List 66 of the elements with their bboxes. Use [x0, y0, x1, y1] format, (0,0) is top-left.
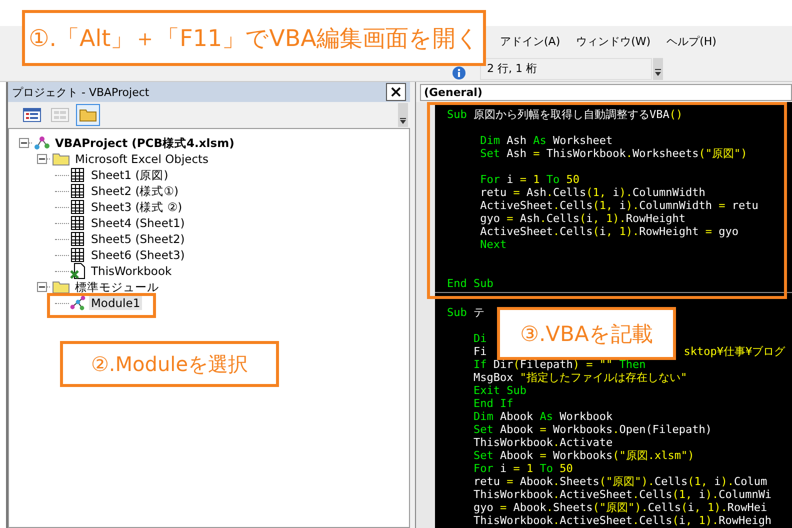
nodes-icon — [34, 135, 50, 151]
sheet-icon — [70, 247, 86, 263]
code-line: End If — [472, 397, 514, 410]
help-icon[interactable] — [452, 66, 466, 80]
code-line: For i = 1 To 50 — [479, 173, 580, 186]
code-line: ActiveSheet.Cells(i, 1).RowHeight = gyo — [479, 225, 738, 238]
folder-icon — [52, 152, 70, 166]
code-line: For i = 1 To 50 — [472, 462, 573, 475]
collapse-icon[interactable] — [37, 154, 51, 164]
tree-item[interactable]: Sheet1 (原図) — [89, 168, 170, 182]
tree-item[interactable]: Sheet5 (Sheet2) — [89, 232, 187, 246]
code-line: Sub 原図から列幅を取得し自動調整するVBA() — [447, 108, 683, 121]
code-line: Set Abook = Workbooks("原図.xlsm") — [472, 449, 694, 462]
tree-item[interactable]: Sheet6 (Sheet3) — [89, 248, 187, 262]
code-line: Set Abook = Workbooks.Open(Filepath) — [472, 423, 712, 436]
code-line: MsgBox "指定したファイルは存在しない" — [472, 371, 688, 384]
menu-item[interactable]: ウィンドウ(W) — [576, 34, 651, 48]
code-line: Exit Sub — [472, 384, 526, 397]
code-line: Dim Abook As Workbook — [472, 410, 613, 423]
code-line: ActiveSheet.Cells(1, i).ColumnWidth = retu — [479, 199, 758, 212]
sheet-icon — [70, 199, 86, 215]
code-line: gyo = Ash.Cells(i, 1).RowHeight — [479, 212, 686, 225]
code-line: Di — [472, 332, 487, 345]
callout: ②.Moduleを選択 — [60, 341, 279, 387]
code-fragment: sktop¥仕事¥ブログ — [684, 345, 786, 358]
sheet-icon — [70, 215, 86, 231]
code-editor[interactable] — [435, 102, 792, 528]
callout: ①.「Alt」＋「F11」でVBA編集画面を開く — [22, 10, 486, 66]
code-line: End Sub — [447, 277, 494, 290]
close-button[interactable]: × — [386, 83, 406, 101]
collapse-icon[interactable] — [19, 138, 33, 148]
tree-item[interactable]: ThisWorkbook — [89, 264, 174, 278]
sheet-icon — [70, 167, 86, 183]
callout: ③.VBAを記載 — [497, 307, 676, 360]
workbook-icon — [70, 263, 86, 279]
tree-item[interactable]: Sheet3 (様式 ②) — [89, 200, 184, 214]
code-line: retu = Abook.Sheets("原図").Cells(1, i).Colum — [472, 475, 768, 488]
code-line: Set Ash = ThisWorkbook.Worksheets("原図") — [479, 147, 748, 160]
panel-title: プロジェクト - VBAProject — [12, 84, 150, 100]
position-field: 2 行, 1 桁 — [480, 58, 652, 80]
code-line: ThisWorkbook.Activate — [472, 436, 613, 449]
tree-item[interactable]: Sheet4 (Sheet1) — [89, 216, 187, 230]
code-line: ThisWorkbook.ActiveSheet.Cells(i, 1).RowHeigh — [472, 514, 772, 527]
sheet-icon — [70, 183, 86, 199]
tree-item[interactable]: Microsoft Excel Objects — [73, 152, 211, 166]
menu-item[interactable]: アドイン(A) — [500, 34, 560, 48]
object-dropdown[interactable]: (General) — [420, 84, 792, 100]
folder-toggle-button[interactable] — [76, 104, 100, 126]
code-line: Next — [479, 238, 507, 251]
code-line: retu = Ash.Cells(1, i).ColumnWidth — [479, 186, 706, 199]
code-line: Dim Ash As Worksheet — [479, 134, 613, 147]
folder-icon — [52, 280, 70, 294]
tree-item[interactable]: Module1 — [89, 296, 142, 310]
code-fragment: Fi — [472, 345, 487, 358]
tree-item[interactable]: Sheet2 (様式①) — [89, 184, 181, 198]
code-line: gyo = Abook.Sheets("原図").Cells(i, 1).RowHei — [472, 501, 768, 514]
collapse-icon[interactable] — [37, 282, 51, 292]
menu-item[interactable]: ヘルプ(H) — [666, 34, 716, 48]
sheet-icon — [70, 231, 86, 247]
code-line: ThisWorkbook.ActiveSheet.Cells(1, i).ColumnWi — [472, 488, 772, 501]
tree-item[interactable]: VBAProject (PCB様式4.xlsm) — [53, 136, 236, 150]
code-line: Sub テ — [447, 306, 484, 319]
nodes-icon — [70, 295, 86, 311]
tree-item[interactable]: 標準モジュール — [73, 280, 161, 294]
dropdown-icon[interactable] — [398, 103, 408, 127]
dropdown-icon[interactable] — [653, 58, 663, 80]
